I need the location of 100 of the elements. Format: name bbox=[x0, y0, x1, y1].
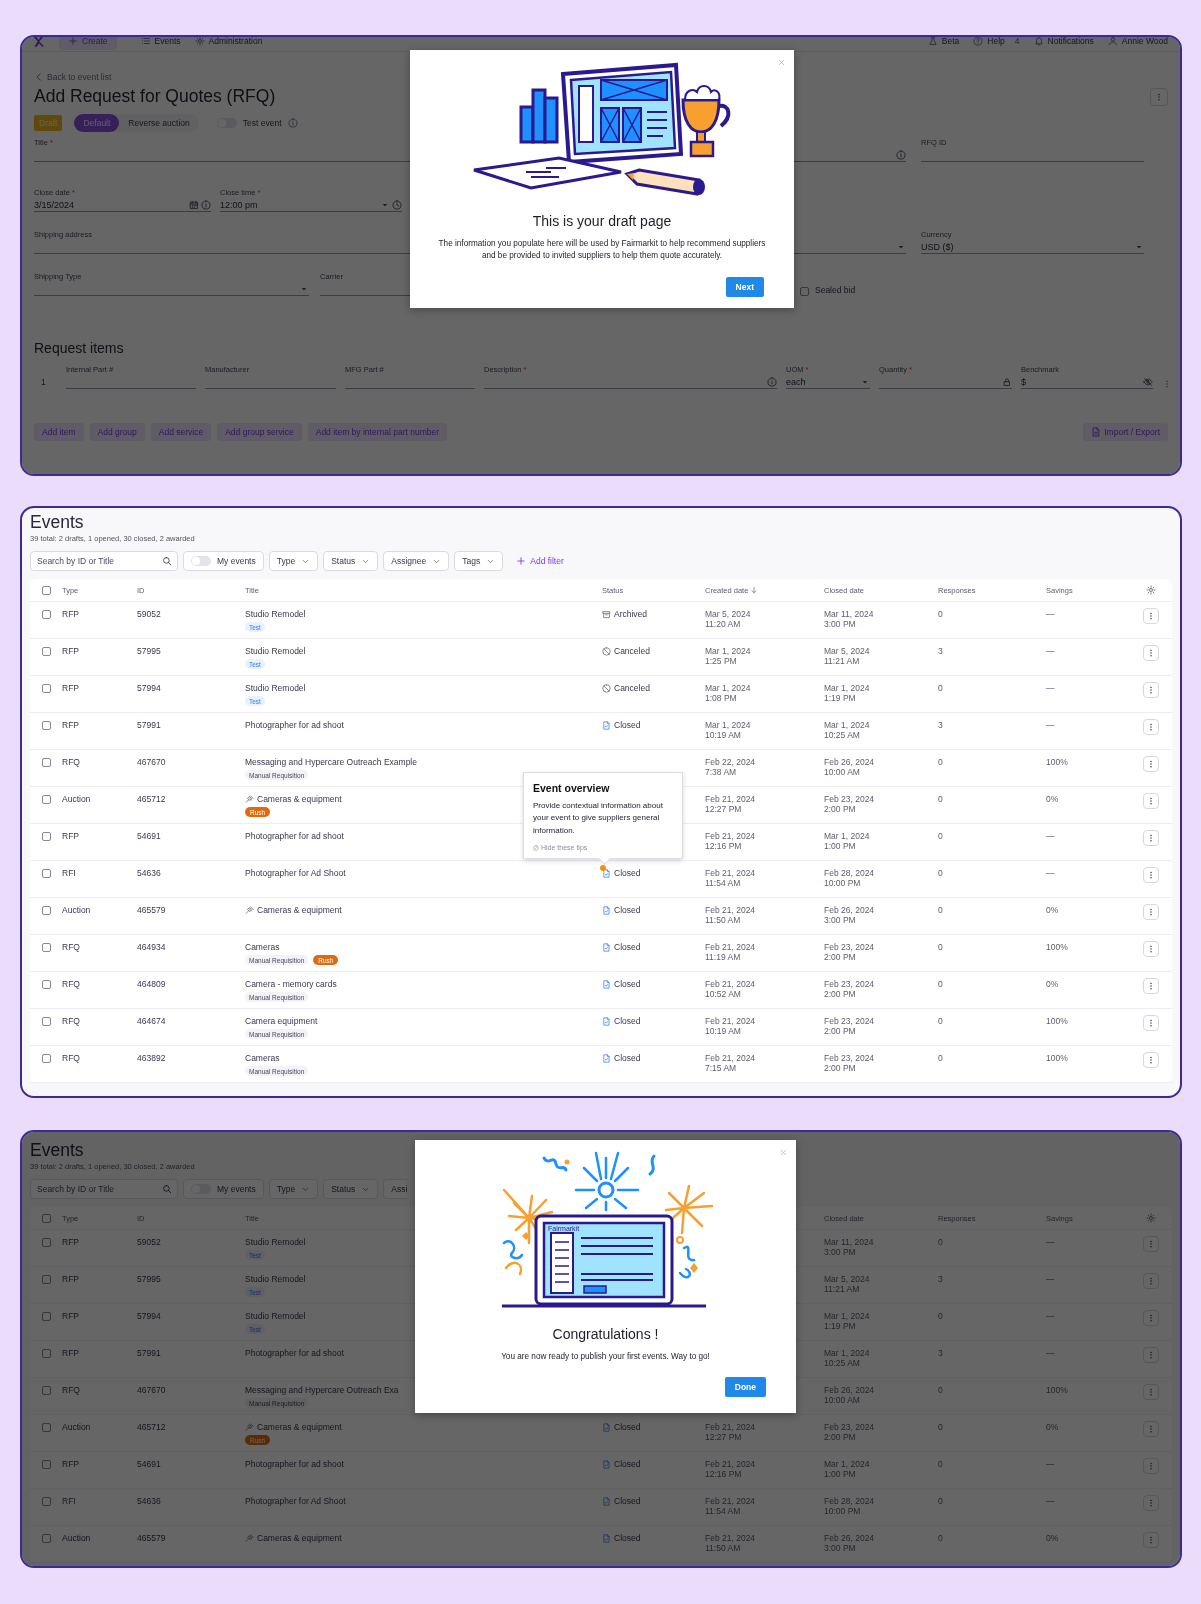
event-title-link[interactable]: Studio Remodel bbox=[245, 646, 306, 656]
filter-dropdown[interactable]: Assi bbox=[383, 1179, 408, 1199]
nav-link[interactable]: Beta bbox=[927, 37, 960, 46]
row-checkbox[interactable] bbox=[41, 943, 51, 952]
event-title-link[interactable]: Studio Remodel bbox=[245, 609, 306, 619]
event-title-link[interactable]: Messaging and Hypercare Outreach Example bbox=[245, 757, 417, 767]
row-menu-button[interactable] bbox=[1143, 941, 1159, 957]
nav-link[interactable]: Annie Wood bbox=[1107, 37, 1168, 46]
nav-link[interactable]: Events bbox=[140, 37, 181, 46]
close-icon[interactable] bbox=[779, 1148, 788, 1157]
row-menu-button[interactable] bbox=[1143, 1495, 1159, 1511]
row-menu-button[interactable] bbox=[1143, 1421, 1159, 1437]
row-checkbox[interactable] bbox=[41, 758, 51, 767]
beacon-dot[interactable] bbox=[600, 865, 606, 871]
row-checkbox[interactable] bbox=[41, 1312, 51, 1321]
row-menu-button[interactable] bbox=[1143, 1347, 1159, 1363]
event-type-tab[interactable]: Reverse auction bbox=[119, 114, 199, 132]
row-checkbox[interactable] bbox=[41, 1238, 51, 1247]
row-checkbox[interactable] bbox=[41, 832, 51, 841]
event-title-link[interactable]: Camera equipment bbox=[245, 1016, 318, 1026]
event-title-link[interactable]: Cameras & equipment bbox=[257, 905, 342, 915]
row-checkbox[interactable] bbox=[41, 1275, 51, 1284]
row-menu-button[interactable] bbox=[1143, 867, 1159, 883]
row-checkbox[interactable] bbox=[41, 1460, 51, 1469]
row-checkbox[interactable] bbox=[41, 610, 51, 619]
add-button[interactable]: Add service bbox=[150, 423, 212, 441]
event-title-link[interactable]: Photographer for ad shoot bbox=[245, 1459, 344, 1469]
row-menu-button[interactable] bbox=[1143, 1015, 1159, 1031]
add-button[interactable]: Add item bbox=[34, 423, 84, 441]
row-menu-button[interactable] bbox=[1143, 719, 1159, 735]
row-menu-button[interactable] bbox=[1143, 793, 1159, 809]
nav-link[interactable]: Notifications bbox=[1033, 37, 1094, 46]
filter-dropdown[interactable]: Tags bbox=[454, 551, 504, 571]
event-title-link[interactable]: Cameras bbox=[245, 942, 280, 952]
row-checkbox[interactable] bbox=[41, 795, 51, 804]
create-button[interactable]: Create bbox=[59, 37, 117, 50]
row-menu-button[interactable] bbox=[1143, 682, 1159, 698]
next-button[interactable]: Next bbox=[725, 276, 764, 297]
checkbox[interactable] bbox=[800, 287, 809, 296]
filter-dropdown[interactable]: Type bbox=[268, 551, 319, 571]
event-title-link[interactable]: Studio Remodel bbox=[245, 1311, 306, 1321]
row-menu-button[interactable] bbox=[1143, 1273, 1159, 1289]
row-checkbox[interactable] bbox=[41, 1054, 51, 1063]
row-menu-button[interactable] bbox=[1143, 1458, 1159, 1474]
event-title-link[interactable]: Cameras & equipment bbox=[257, 794, 342, 804]
row-menu-button[interactable] bbox=[1143, 756, 1159, 772]
row-menu-button[interactable] bbox=[1143, 904, 1159, 920]
row-checkbox[interactable] bbox=[41, 1534, 51, 1543]
search-field[interactable]: Search by ID or Title bbox=[30, 1179, 178, 1199]
filter-dropdown[interactable]: Status bbox=[323, 551, 379, 571]
event-title-link[interactable]: Photographer for ad shoot bbox=[245, 831, 344, 841]
done-button[interactable]: Done bbox=[724, 1377, 766, 1398]
event-title-link[interactable]: Cameras & equipment bbox=[257, 1533, 342, 1543]
event-title-link[interactable]: Studio Remodel bbox=[245, 1237, 306, 1247]
row-menu-button[interactable] bbox=[1143, 830, 1159, 846]
row-checkbox[interactable] bbox=[41, 906, 51, 915]
row-checkbox[interactable] bbox=[41, 721, 51, 730]
event-title-link[interactable]: Cameras bbox=[245, 1053, 280, 1063]
row-menu-button[interactable] bbox=[1143, 645, 1159, 661]
event-title-link[interactable]: Studio Remodel bbox=[245, 683, 306, 693]
row-checkbox[interactable] bbox=[41, 869, 51, 878]
event-title-link[interactable]: Studio Remodel bbox=[245, 1274, 306, 1284]
add-filter-button[interactable]: Add filter bbox=[516, 556, 564, 566]
row-checkbox[interactable] bbox=[41, 1386, 51, 1395]
event-title-link[interactable]: Messaging and Hypercare Outreach Exa bbox=[245, 1385, 399, 1395]
event-title-link[interactable]: Photographer for Ad Shoot bbox=[245, 1496, 346, 1506]
row-menu-button[interactable] bbox=[1143, 1236, 1159, 1252]
search-field[interactable]: Search by ID or Title bbox=[30, 551, 178, 571]
row-menu-button[interactable] bbox=[1143, 1532, 1159, 1548]
settings-icon[interactable] bbox=[1146, 1213, 1156, 1223]
add-button[interactable]: Add group service bbox=[217, 423, 302, 441]
event-title-link[interactable]: Cameras & equipment bbox=[257, 1422, 342, 1432]
row-checkbox[interactable] bbox=[41, 647, 51, 656]
my-events-toggle[interactable]: My events bbox=[183, 1179, 264, 1199]
row-menu-button[interactable] bbox=[1143, 978, 1159, 994]
more-button[interactable] bbox=[1150, 87, 1168, 106]
row-checkbox[interactable] bbox=[41, 1349, 51, 1358]
row-menu-button[interactable] bbox=[1143, 1384, 1159, 1400]
settings-icon[interactable] bbox=[1146, 585, 1156, 595]
event-title-link[interactable]: Photographer for ad shoot bbox=[245, 1348, 344, 1358]
add-button[interactable]: Add group bbox=[89, 423, 145, 441]
row-menu-button[interactable] bbox=[1143, 608, 1159, 624]
row-checkbox[interactable] bbox=[41, 1423, 51, 1432]
select-all-checkbox[interactable] bbox=[41, 585, 51, 595]
filter-dropdown[interactable]: Type bbox=[268, 1179, 319, 1199]
close-icon[interactable] bbox=[777, 58, 786, 67]
row-checkbox[interactable] bbox=[41, 684, 51, 693]
my-events-toggle[interactable]: My events bbox=[183, 551, 264, 571]
row-menu-button[interactable] bbox=[1143, 1052, 1159, 1068]
row-checkbox[interactable] bbox=[41, 1497, 51, 1506]
add-button[interactable]: Add item by internal part number bbox=[307, 423, 448, 441]
event-title-link[interactable]: Photographer for Ad Shoot bbox=[245, 868, 346, 878]
filter-dropdown[interactable]: Status bbox=[323, 1179, 379, 1199]
toggle-switch[interactable] bbox=[191, 556, 211, 566]
import-export-button[interactable]: Import / Export bbox=[1083, 423, 1168, 441]
filter-dropdown[interactable]: Assignee bbox=[383, 551, 450, 571]
select-all-checkbox[interactable] bbox=[41, 1213, 51, 1223]
event-title-link[interactable]: Camera - memory cards bbox=[245, 979, 337, 989]
row-checkbox[interactable] bbox=[41, 1017, 51, 1026]
event-title-link[interactable]: Photographer for ad shoot bbox=[245, 720, 344, 730]
